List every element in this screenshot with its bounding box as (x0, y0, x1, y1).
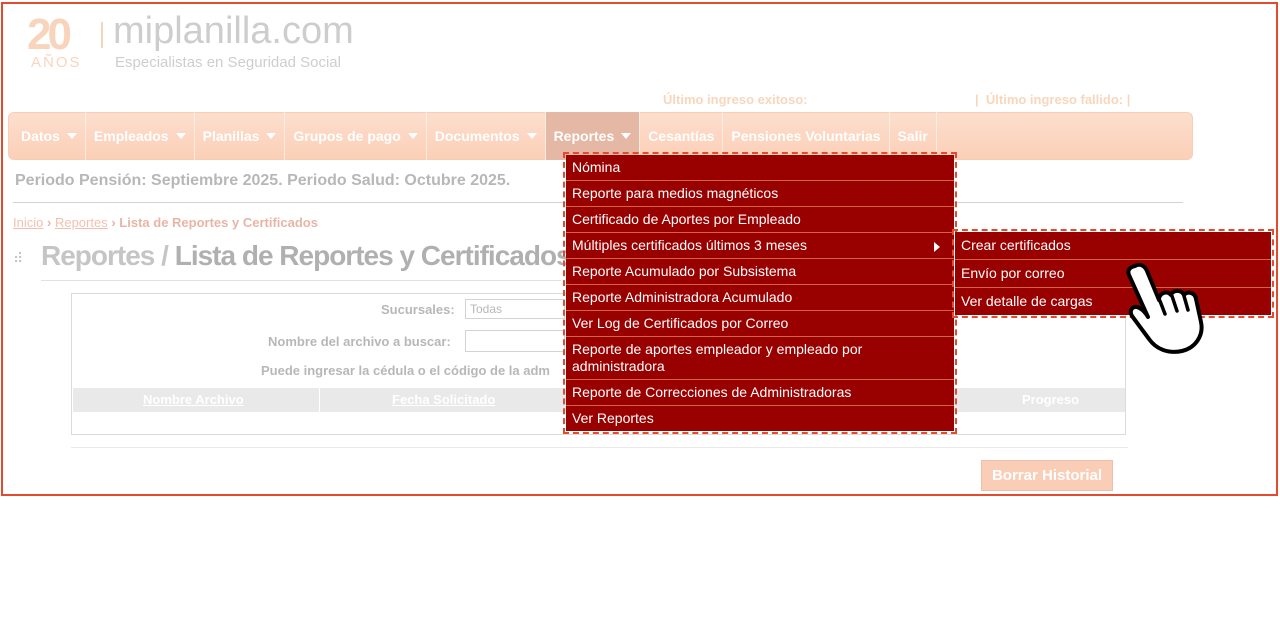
breadcrumb-inicio[interactable]: Inicio (13, 215, 43, 230)
nav-pensiones-voluntarias[interactable]: Pensiones Voluntarias (723, 112, 890, 160)
logo-divider (101, 22, 103, 48)
archivo-label: Nombre del archivo a buscar: (268, 334, 451, 349)
archivo-input[interactable] (465, 330, 565, 352)
nav-datos[interactable]: Datos (13, 112, 86, 160)
menu-item-acumulado-subsistema[interactable]: Reporte Acumulado por Subsistema (566, 259, 954, 285)
menu-item-administradora-acumulado[interactable]: Reporte Administradora Acumulado (566, 285, 954, 311)
logo-anniversary-label: AÑOS (31, 54, 82, 71)
nav-documentos[interactable]: Documentos (427, 112, 546, 160)
nav-planillas[interactable]: Planillas (195, 112, 286, 160)
chevron-down-icon (66, 133, 77, 139)
title-underline (41, 280, 561, 281)
chevron-down-icon (621, 133, 632, 139)
chevron-down-icon (175, 133, 186, 139)
breadcrumb-sep: › (46, 215, 52, 230)
col-nombre-archivo[interactable]: Nombre Archivo (143, 392, 244, 407)
last-fail-end: | (1126, 92, 1131, 107)
logo-anniversary-number: 20 (27, 10, 72, 59)
menu-item-log-certificados[interactable]: Ver Log de Certificados por Correo (566, 311, 954, 337)
menu-item-aportes-empleador[interactable]: Reporte de aportes empleador y empleado … (566, 337, 954, 380)
column-separator (319, 388, 320, 412)
main-navbar: Datos Empleados Planillas Grupos de pago… (8, 112, 1193, 160)
submenu-crear-certificados[interactable]: Crear certificados (955, 232, 1271, 260)
menu-item-correcciones[interactable]: Reporte de Correcciones de Administrador… (566, 380, 954, 406)
periodo-info: Periodo Pensión: Septiembre 2025. Period… (15, 172, 511, 189)
submenu-envio-correo[interactable]: Envío por correo (955, 260, 1271, 288)
nav-empleados[interactable]: Empleados (86, 112, 195, 160)
sucursales-label: Sucursales: (381, 302, 455, 317)
breadcrumb-current: Lista de Reportes y Certificados (119, 215, 318, 230)
page-title: Reportes / Lista de Reportes y Certifica… (41, 240, 572, 271)
breadcrumb: Inicio › Reportes › Lista de Reportes y … (13, 215, 318, 230)
menu-item-certificado-aportes[interactable]: Certificado de Aportes por Empleado (566, 207, 954, 233)
borrar-historial-button[interactable]: Borrar Historial (981, 460, 1113, 491)
nav-grupos-de-pago[interactable]: Grupos de pago (285, 112, 427, 160)
logo-site-name[interactable]: miplanilla.com (113, 10, 354, 53)
screenshot-frame: 20 AÑOS miplanilla.com Especialistas en … (1, 2, 1278, 496)
search-hint: Puede ingresar la cédula o el código de … (261, 363, 550, 378)
submenu-ver-detalle-cargas[interactable]: Ver detalle de cargas (955, 288, 1271, 315)
logo-tagline: Especialistas en Seguridad Social (115, 54, 341, 71)
chevron-right-icon (934, 242, 940, 252)
menu-item-nomina[interactable]: Nómina (566, 155, 954, 181)
chevron-down-icon (526, 133, 537, 139)
col-progreso: Progreso (1022, 392, 1080, 407)
breadcrumb-sep: › (111, 215, 116, 230)
menu-item-multiples-certificados[interactable]: Múltiples certificados últimos 3 meses (566, 233, 954, 259)
chevron-down-icon (407, 133, 418, 139)
divider (71, 447, 1128, 448)
col-fecha-solicitado[interactable]: Fecha Solicitado (392, 392, 495, 407)
nav-salir[interactable]: Salir (890, 112, 937, 160)
reportes-dropdown: Nómina Reporte para medios magnéticos Ce… (563, 152, 957, 434)
nav-reportes[interactable]: Reportes (545, 112, 641, 160)
nav-cesantias[interactable]: Cesantías (640, 112, 724, 160)
last-fail-label: Último ingreso fallido: (985, 92, 1124, 107)
dots-icon: ⠾ (13, 250, 24, 266)
menu-item-ver-reportes[interactable]: Ver Reportes (566, 406, 954, 431)
certificados-submenu: Crear certificados Envío por correo Ver … (952, 229, 1274, 318)
breadcrumb-reportes[interactable]: Reportes (55, 215, 108, 230)
sucursales-select[interactable]: Todas (465, 299, 565, 319)
chevron-down-icon (266, 133, 277, 139)
pointer-hand-icon (1126, 262, 1204, 354)
last-fail-sep: | (975, 92, 979, 107)
menu-item-medios-magneticos[interactable]: Reporte para medios magnéticos (566, 181, 954, 207)
last-failed-login: | Último ingreso fallido: | (975, 92, 1130, 107)
last-success-login: Último ingreso exitoso: (663, 92, 808, 107)
